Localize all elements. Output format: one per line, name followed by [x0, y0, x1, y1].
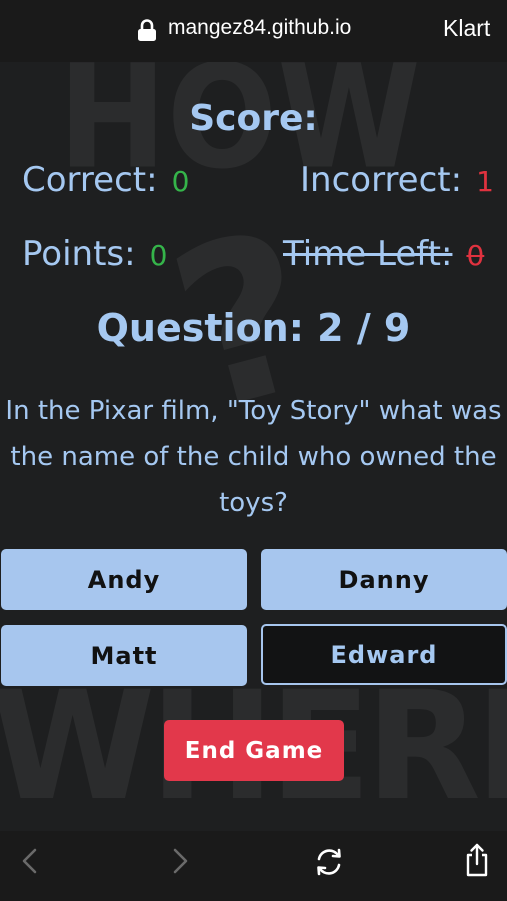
answer-button-edward[interactable]: Edward: [261, 624, 507, 685]
score-title: Score:: [189, 98, 318, 139]
time-left-stat: Time Left: 0: [283, 234, 484, 274]
browser-bottom-toolbar: [0, 831, 507, 901]
points-label: Points:: [22, 234, 136, 274]
reload-icon[interactable]: [313, 846, 345, 878]
address-bar-url[interactable]: mangez84.github.io: [168, 16, 351, 40]
forward-icon[interactable]: [170, 848, 190, 874]
points-stat: Points: 0: [22, 234, 167, 274]
question-line: In the Pixar film, "Toy Story" what was: [5, 396, 502, 426]
quiz-content: Score: Correct: 0 Incorrect: 1 Points: 0 Ti…: [0, 62, 507, 831]
question-line: the name of the child who owned the: [10, 442, 497, 472]
answer-button-andy[interactable]: Andy: [1, 549, 247, 610]
time-left-value: 0: [466, 239, 485, 272]
question-text: In the Pixar film, "Toy Story" what was …: [0, 388, 507, 526]
correct-value: 0: [171, 165, 190, 198]
incorrect-value: 1: [476, 165, 494, 198]
incorrect-stat: Incorrect: 1: [300, 160, 494, 200]
end-game-button[interactable]: End Game: [164, 720, 344, 781]
points-value: 0: [149, 239, 168, 272]
correct-label: Correct:: [22, 160, 158, 200]
incorrect-label: Incorrect:: [300, 160, 463, 200]
back-icon[interactable]: [20, 848, 40, 874]
share-icon[interactable]: [463, 842, 491, 878]
answer-button-matt[interactable]: Matt: [1, 625, 247, 686]
question-line: toys?: [219, 488, 288, 518]
lock-icon: [138, 19, 156, 41]
done-button[interactable]: Klart: [443, 15, 490, 42]
correct-stat: Correct: 0: [22, 160, 189, 200]
time-left-label: Time Left:: [283, 234, 453, 274]
quiz-page: HOW ? WHERE Score: Correct:0 Incorrect:1…: [0, 62, 507, 831]
browser-top-bar: mangez84.github.io Klart: [0, 0, 507, 62]
question-counter: Question: 2 / 9: [96, 306, 411, 350]
answer-button-danny[interactable]: Danny: [261, 549, 507, 610]
